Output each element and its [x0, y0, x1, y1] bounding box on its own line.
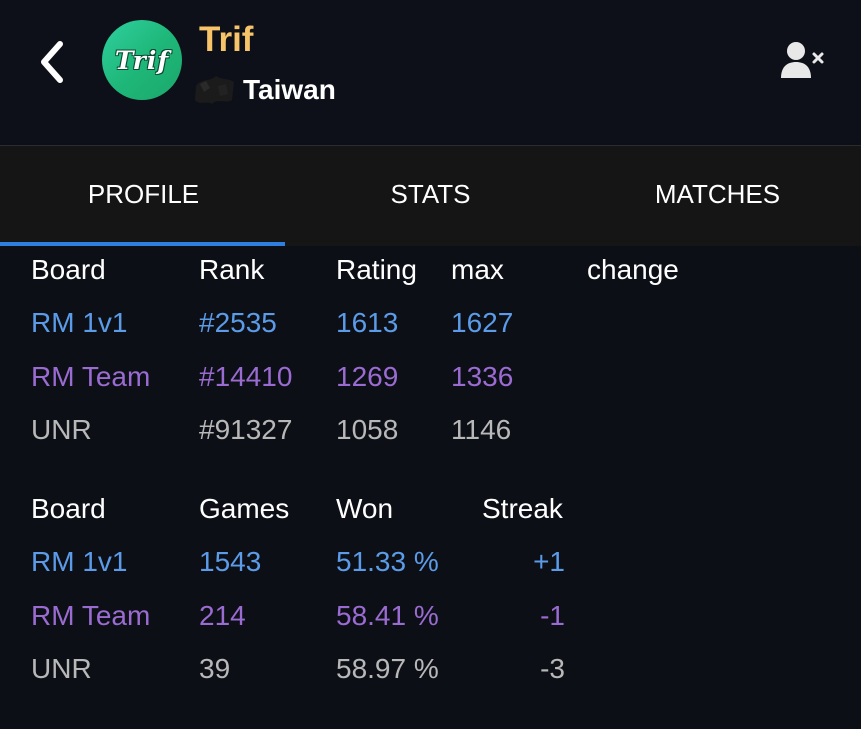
- won-value: 51.33 %: [336, 546, 439, 577]
- avatar: Trif: [102, 20, 182, 100]
- header-board: Board: [31, 254, 106, 285]
- header-max: max: [451, 254, 504, 285]
- won-value: 58.97 %: [336, 653, 439, 684]
- board-name: RM Team: [31, 600, 151, 631]
- header: Trif Trif Taiwan: [0, 0, 861, 143]
- tab-profile[interactable]: PROFILE: [0, 146, 287, 246]
- app-root: Trif Trif Taiwan PROFILE STATS MATCHES B…: [0, 0, 861, 729]
- flag-icon: [195, 76, 234, 104]
- avatar-text: Trif: [114, 45, 170, 75]
- rank-value: #14410: [199, 361, 293, 392]
- rating-value: 1269: [336, 361, 399, 392]
- rank-value: #91327: [199, 414, 293, 445]
- games-value: 1543: [199, 546, 262, 577]
- unfollow-button[interactable]: [778, 40, 828, 82]
- header-games: Games: [199, 493, 290, 524]
- header-won: Won: [336, 493, 394, 524]
- max-value: 1336: [451, 361, 514, 392]
- max-value: 1627: [451, 307, 514, 338]
- board-name: RM Team: [31, 361, 151, 392]
- tab-matches[interactable]: MATCHES: [574, 146, 861, 246]
- board-name: RM 1v1: [31, 546, 128, 577]
- header-rating: Rating: [336, 254, 417, 285]
- games-value: 214: [199, 600, 246, 631]
- tab-stats[interactable]: STATS: [287, 146, 574, 246]
- player-name: Trif: [199, 20, 254, 59]
- active-tab-indicator: [0, 242, 285, 246]
- tab-bar: PROFILE STATS MATCHES: [0, 145, 861, 246]
- max-value: 1146: [451, 414, 512, 445]
- header-streak: Streak: [482, 493, 563, 524]
- header-change: change: [587, 254, 679, 285]
- rating-value: 1613: [336, 307, 399, 338]
- streak-value: -3: [540, 653, 565, 684]
- board-name: UNR: [31, 653, 92, 684]
- header-rank: Rank: [199, 254, 265, 285]
- rank-value: #2535: [199, 307, 277, 338]
- header-board: Board: [31, 493, 106, 524]
- streak-value: +1: [533, 546, 565, 577]
- back-button[interactable]: [30, 36, 76, 88]
- board-name: RM 1v1: [31, 307, 128, 338]
- board-name: UNR: [31, 414, 92, 445]
- games-value: 39: [199, 653, 231, 684]
- chevron-left-icon: [41, 41, 63, 83]
- country-label: Taiwan: [243, 74, 336, 105]
- won-value: 58.41 %: [336, 600, 439, 631]
- person-remove-icon: [781, 42, 824, 78]
- streak-value: -1: [540, 600, 565, 631]
- rating-value: 1058: [336, 414, 399, 445]
